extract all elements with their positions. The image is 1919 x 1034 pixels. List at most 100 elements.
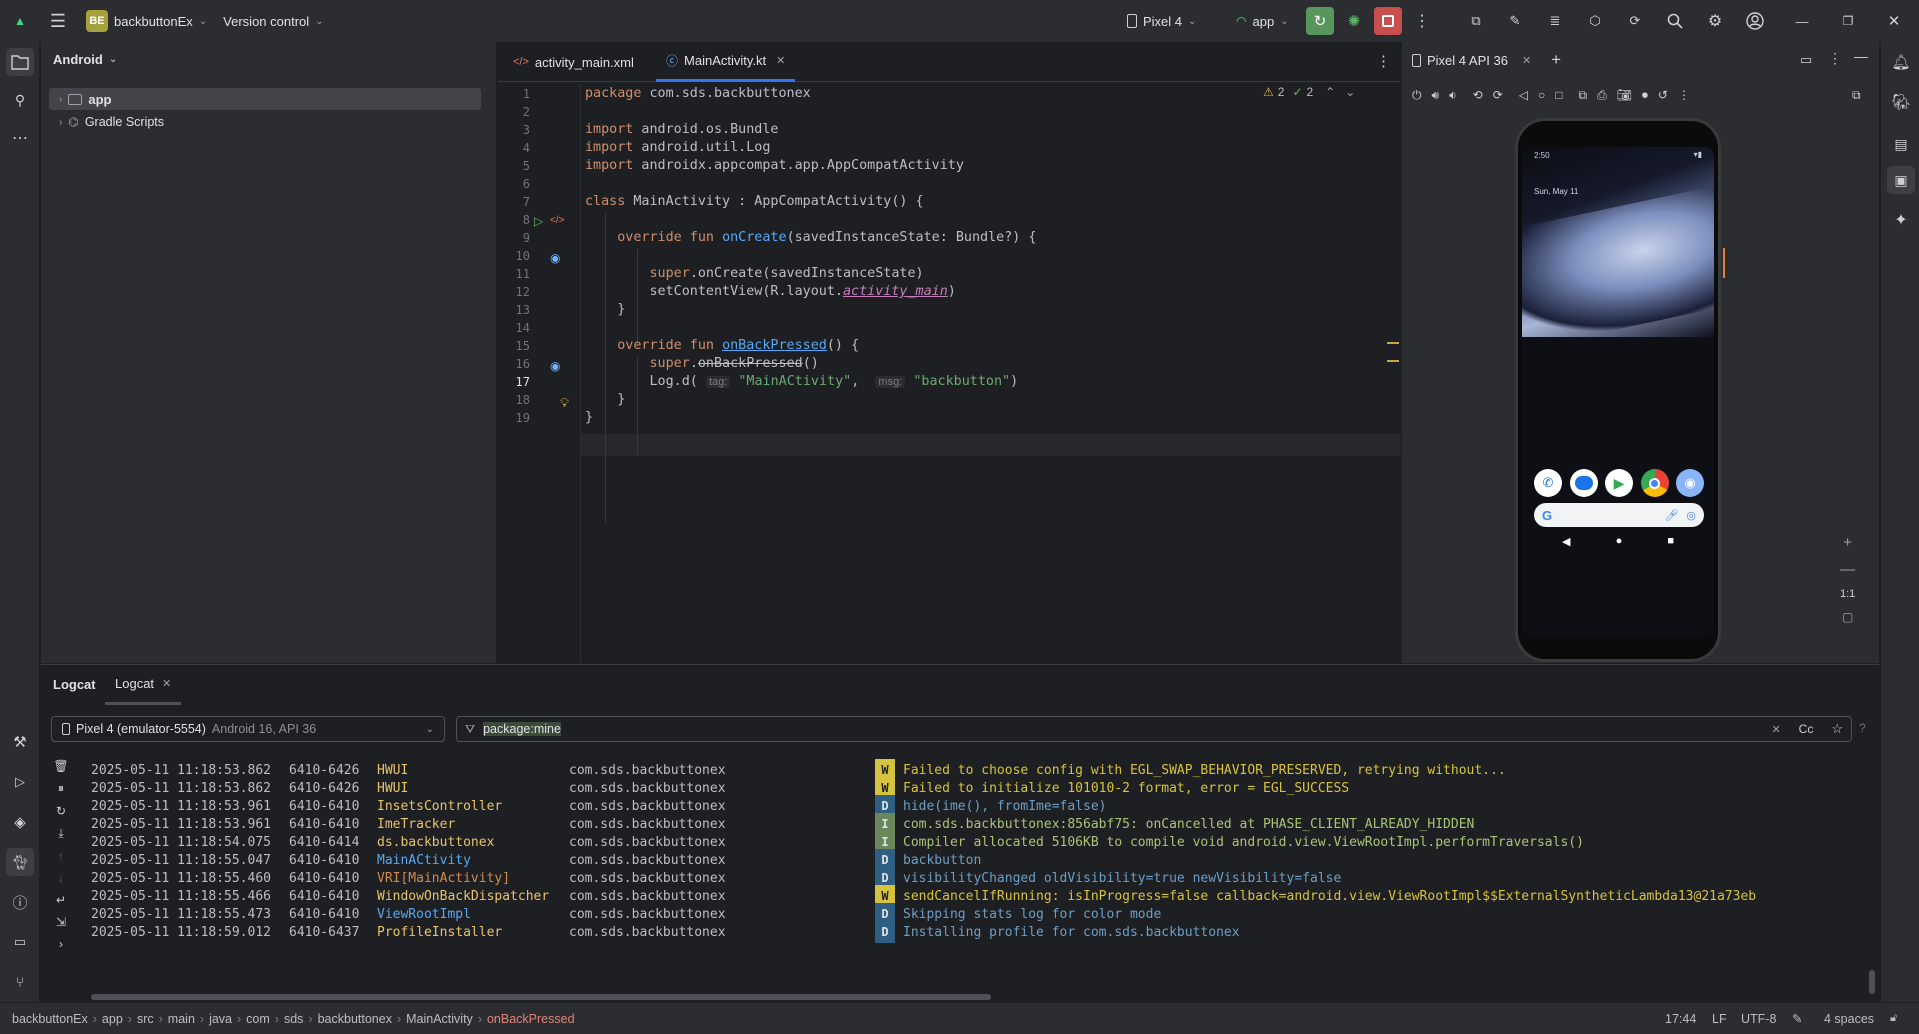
breadcrumb-item[interactable]: com (246, 1012, 270, 1026)
google-search-widget[interactable]: G 🎤︎ ◎ (1534, 503, 1704, 527)
clear-logcat-icon[interactable]: 🗑︎ (53, 759, 68, 773)
scroll-to-end-icon[interactable]: ⤓ (58, 826, 63, 841)
search-icon[interactable] (1661, 7, 1689, 35)
close-tab-icon[interactable]: ✕ (162, 677, 171, 690)
hide-panel-icon[interactable]: — (1854, 48, 1868, 64)
breadcrumb-item[interactable]: backbuttonex (318, 1012, 392, 1026)
run-icon[interactable]: ▷ (6, 768, 34, 796)
close-tab-icon[interactable]: ✕ (776, 54, 785, 67)
device-file-explorer-icon[interactable]: ▤ (1887, 130, 1915, 158)
breadcrumb-item[interactable]: backbuttonEx (12, 1012, 88, 1026)
overview-icon[interactable]: □ (1555, 88, 1562, 103)
volume-down-icon[interactable]: 🔉︎ (1449, 88, 1457, 103)
zoom-out-icon[interactable]: — (1840, 561, 1855, 578)
inspection-widget[interactable]: ⚠ 2 ✓ 2 ⌃ ⌄ (1263, 85, 1355, 99)
error-stripe-mark[interactable] (1387, 342, 1399, 344)
next-highlight-icon[interactable]: ⌄ (1345, 85, 1355, 99)
indent-setting[interactable]: 4 spaces (1824, 1012, 1874, 1026)
line-number[interactable]: 17 (498, 375, 530, 389)
horizontal-scrollbar[interactable] (91, 994, 991, 1000)
fit-screen-icon[interactable]: ▢ (1842, 610, 1853, 624)
version-control-icon[interactable]: ⑂ (6, 968, 34, 996)
back-icon[interactable]: ◁ (1519, 88, 1528, 103)
lightbulb-icon[interactable]: 💡︎ (560, 395, 569, 411)
line-number[interactable]: 14 (498, 321, 530, 335)
error-stripe-mark[interactable] (1387, 360, 1399, 362)
messages-app-icon[interactable] (1569, 469, 1598, 497)
power-icon[interactable]: ⏻ (1412, 88, 1422, 103)
breadcrumb-item[interactable]: app (102, 1012, 123, 1026)
line-number[interactable]: 4 (498, 141, 530, 155)
home-icon[interactable]: ○ (1538, 88, 1545, 103)
stop-button[interactable] (1374, 7, 1402, 35)
breadcrumb-item[interactable]: sds (284, 1012, 303, 1026)
xml-navigate-gutter-icon[interactable]: </> (550, 215, 564, 226)
previous-highlight-icon[interactable]: ⌃ (1325, 85, 1335, 99)
override-gutter-icon[interactable]: ◉ (550, 359, 560, 373)
project-selector[interactable]: BE backbuttonEx ⌄ (86, 10, 207, 32)
tab-logcat[interactable]: Logcat ✕ (105, 665, 182, 705)
layout-toggle-icon[interactable]: ▭ (1800, 52, 1812, 68)
snapshot-icon[interactable]: ⎙ (1597, 88, 1607, 103)
emulator-tab[interactable]: Pixel 4 API 36 ✕ + (1412, 50, 1561, 70)
rotate-right-icon[interactable]: ⟳ (1493, 88, 1503, 103)
run-gutter-icon[interactable]: ▷ (534, 214, 543, 228)
build-icon[interactable]: ⚒ (6, 728, 34, 756)
notifications-bell-icon[interactable]: 🔔︎ (1887, 48, 1915, 76)
line-number[interactable]: 13 (498, 303, 530, 317)
expand-icon[interactable]: › (59, 937, 63, 951)
extended-controls-icon[interactable]: ⋮ (1678, 88, 1690, 103)
tree-item-gradle-scripts[interactable]: › ⌬ Gradle Scripts (49, 111, 481, 133)
code-editor[interactable]: package com.sds.backbuttonex import andr… (580, 83, 1401, 663)
line-number[interactable]: 11 (498, 267, 530, 281)
favorite-filter-icon[interactable]: ☆ (1831, 721, 1843, 737)
line-number[interactable]: 3 (498, 123, 530, 137)
settings-gear-icon[interactable]: ⚙ (1701, 7, 1729, 35)
line-number[interactable]: 5 (498, 159, 530, 173)
restart-icon[interactable]: ↻ (56, 804, 66, 818)
sync-gradle-icon[interactable]: ⟳ (1621, 7, 1649, 35)
device-selector[interactable]: Pixel 4 ⌄ (1127, 14, 1196, 29)
log-row[interactable]: 2025-05-11 11:18:59.012 6410-6437 ProfileI… (91, 921, 1240, 943)
device-manager-icon[interactable]: ⧉ (1462, 7, 1490, 35)
gemini-icon[interactable]: ✦ (1887, 206, 1915, 234)
sdk-manager-icon[interactable]: ⬡ (1581, 7, 1609, 35)
debug-button[interactable]: ✺ (1340, 7, 1368, 35)
project-folder-icon[interactable] (6, 48, 34, 76)
fold-icon[interactable]: ⧉ (1578, 88, 1587, 103)
tab-mainactivity-kt[interactable]: ⓒ MainActivity.kt ✕ (656, 42, 796, 82)
override-gutter-icon[interactable]: ◉ (550, 251, 560, 265)
phone-app-icon[interactable]: ✆ (1534, 469, 1562, 497)
breadcrumb-item[interactable]: src (137, 1012, 154, 1026)
panel-more-icon[interactable]: ⋮ (1828, 50, 1842, 67)
soft-wrap-icon[interactable]: ↵ (56, 893, 66, 907)
more-actions-icon[interactable]: ⋮ (1408, 7, 1436, 35)
add-device-icon[interactable]: + (1551, 50, 1561, 70)
nav-back-icon[interactable]: ◀ (1562, 535, 1570, 548)
running-devices-icon[interactable]: ▣ (1887, 166, 1915, 194)
line-number[interactable]: 10 (498, 249, 530, 263)
terminal-icon[interactable]: ▭ (6, 928, 34, 956)
line-number[interactable]: 12 (498, 285, 530, 299)
more-tools-icon[interactable]: ⋯ (6, 124, 34, 152)
close-tab-icon[interactable]: ✕ (1522, 54, 1531, 67)
profiler-icon[interactable]: ≣ (1541, 7, 1569, 35)
run-config-selector[interactable]: ◠ app ⌄ (1236, 14, 1289, 29)
screen-record-icon[interactable]: ⏺ (1642, 88, 1648, 103)
apply-changes-button[interactable]: ↻ (1306, 7, 1334, 35)
play-store-app-icon[interactable]: ▶ (1605, 469, 1633, 497)
next-occurrence-icon[interactable]: ↓ (58, 871, 64, 885)
problems-icon[interactable]: ⓘ (6, 888, 34, 916)
breadcrumb-item[interactable]: main (168, 1012, 195, 1026)
mirror-icon[interactable]: ⧉ (1852, 88, 1861, 103)
mic-icon[interactable]: 🎤︎ (1664, 509, 1678, 522)
line-number[interactable]: 16 (498, 357, 530, 371)
screenshot-icon[interactable]: 📷︎ (1617, 88, 1632, 103)
volume-up-icon[interactable]: 🔊︎ (1432, 88, 1440, 103)
tree-item-app[interactable]: › app (49, 88, 481, 110)
line-number[interactable]: 9 (498, 231, 530, 245)
project-view-selector[interactable]: Android ⌄ (53, 52, 117, 67)
line-number[interactable]: 2 (498, 105, 530, 119)
app-quality-icon[interactable]: ◈ (6, 808, 34, 836)
line-number[interactable]: 7 (498, 195, 530, 209)
